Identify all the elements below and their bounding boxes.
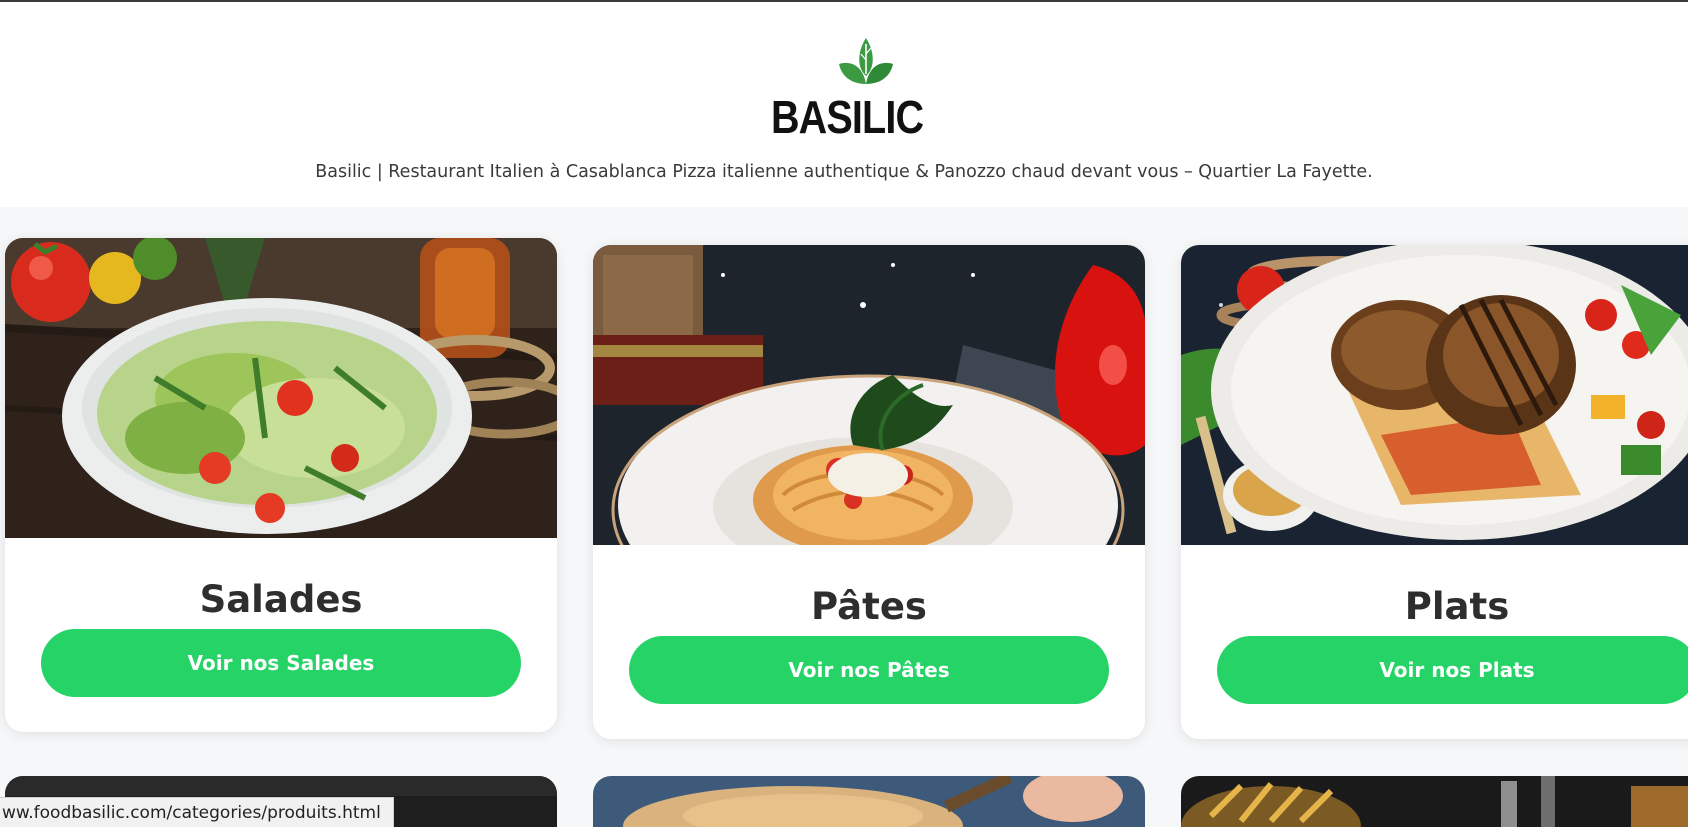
link-status-bar: ww.foodbasilic.com/categories/produits.h… — [0, 797, 394, 827]
spaghetti-plate-photo — [593, 245, 1145, 545]
category-card-next-3[interactable] — [1181, 776, 1688, 827]
category-title: Salades — [199, 578, 363, 621]
category-title: Pâtes — [811, 585, 927, 628]
basil-leaf-icon — [839, 38, 893, 84]
category-title: Plats — [1404, 585, 1510, 628]
view-pates-button[interactable]: Voir nos Pâtes — [629, 636, 1109, 704]
category-card-salades[interactable]: Salades Voir nos Salades — [5, 238, 557, 732]
category-card-pates[interactable]: Pâtes Voir nos Pâtes — [593, 245, 1145, 739]
brand-wordmark[interactable]: BASILIC — [121, 90, 1573, 144]
grilled-chicken-plate-photo — [1181, 245, 1688, 545]
salad-bowl-photo — [5, 238, 557, 538]
category-card-plats[interactable]: Plats Voir nos Plats — [1181, 245, 1688, 739]
site-tagline: Basilic | Restaurant Italien à Casablanc… — [315, 162, 1373, 182]
view-plats-button[interactable]: Voir nos Plats — [1217, 636, 1688, 704]
site-header: BASILIC Basilic | Restaurant Italien à C… — [0, 2, 1688, 207]
category-card-next-2[interactable] — [593, 776, 1145, 827]
view-salades-button[interactable]: Voir nos Salades — [41, 629, 521, 697]
